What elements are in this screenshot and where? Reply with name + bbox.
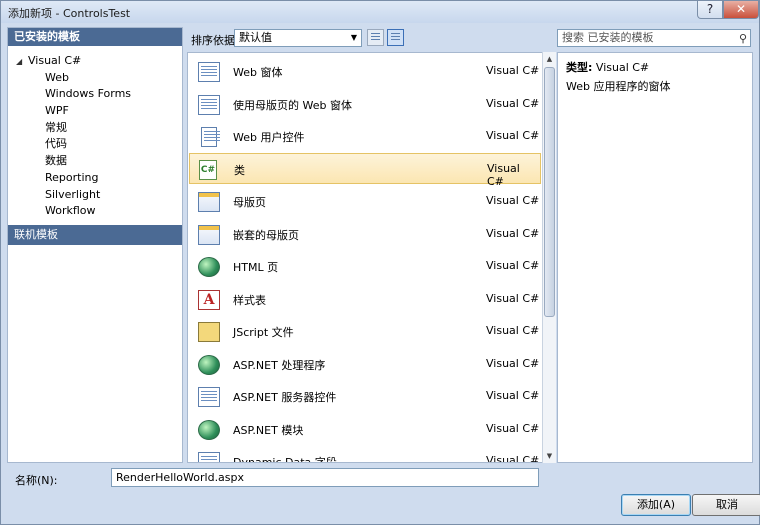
tree-item-code[interactable]: 代码 (8, 136, 182, 153)
sort-label: 排序依据: (191, 34, 239, 47)
item-language: Visual C# (486, 226, 540, 240)
list-item[interactable]: Web 窗体 Visual C# (189, 56, 541, 87)
item-name: ASP.NET 处理程序 (233, 358, 326, 372)
search-placeholder: 搜索 已安装的模板 (562, 31, 654, 44)
tree-item-general[interactable]: 常规 (8, 120, 182, 137)
item-language: Visual C# (486, 389, 540, 402)
chevron-down-icon[interactable]: ▼ (347, 30, 361, 46)
dynamic-data-icon (198, 452, 220, 462)
nested-master-page-icon (198, 224, 220, 245)
jscript-file-icon (198, 322, 220, 342)
html-page-icon (198, 257, 220, 277)
item-language: Visual C# (486, 259, 540, 272)
web-form-master-icon (198, 94, 220, 115)
item-name: ASP.NET 服务器控件 (233, 391, 337, 404)
sort-select-value: 默认值 (239, 31, 272, 44)
item-language: Visual C# (486, 291, 540, 305)
list-item[interactable]: 使用母版页的 Web 窗体 Visual C# (189, 89, 541, 120)
cancel-button[interactable]: 取消 (692, 494, 760, 516)
title-bar: 添加新项 - ControlsTest ? ✕ (1, 1, 759, 23)
item-name: 样式表 (233, 293, 266, 307)
tree-item-wpf[interactable]: WPF (8, 103, 182, 120)
type-value: Visual C# (595, 61, 650, 74)
item-name: Web 窗体 (233, 66, 283, 79)
list-scrollbar[interactable]: ▲ ▼ (542, 52, 556, 463)
name-label: 名称(N): (15, 474, 58, 487)
item-name: 使用母版页的 Web 窗体 (233, 98, 352, 112)
list-item[interactable]: Dynamic Data 字段 Visual C# (189, 446, 541, 463)
close-button[interactable]: ✕ (723, 1, 759, 19)
server-control-icon (198, 387, 220, 407)
item-name: ASP.NET 模块 (233, 423, 304, 437)
installed-templates-header[interactable]: 已安装的模板 (8, 28, 182, 46)
help-button[interactable]: ? (697, 1, 723, 19)
search-icon[interactable]: ⚲ (739, 31, 747, 47)
medium-icons-view-button[interactable] (367, 29, 384, 46)
item-language: Visual C# (486, 96, 540, 110)
web-form-icon (198, 62, 220, 82)
class-icon: C# (199, 160, 217, 180)
list-item[interactable]: 嵌套的母版页 Visual C# (189, 219, 541, 250)
item-language: Visual C# (486, 421, 540, 435)
template-description: Web 应用程序的窗体 (566, 80, 671, 93)
handler-icon (198, 354, 220, 375)
list-item[interactable]: 母版页 Visual C# (189, 186, 541, 217)
module-icon (198, 419, 220, 440)
item-name: Web 用户控件 (233, 131, 305, 144)
tree-item-silverlight[interactable]: Silverlight (8, 187, 182, 204)
tree-item-visual-csharp[interactable]: ◢ Visual C# (8, 53, 182, 70)
add-new-item-dialog: 添加新项 - ControlsTest ? ✕ 已安装的模板 ◢ Visual C… (0, 0, 760, 525)
item-name: HTML 页 (233, 261, 279, 274)
user-control-icon (201, 127, 220, 147)
list-item[interactable]: JScript 文件 Visual C# (189, 316, 541, 347)
name-field[interactable]: RenderHelloWorld.aspx (111, 468, 539, 487)
list-view-icon (391, 33, 400, 42)
item-name: Dynamic Data 字段 (233, 456, 337, 463)
tree-item-workflow[interactable]: Workflow (8, 203, 182, 220)
details-pane: 类型: Visual C# Web 应用程序的窗体 (557, 52, 753, 463)
scroll-down-icon[interactable]: ▼ (543, 449, 556, 463)
details-view-button[interactable] (387, 29, 404, 46)
list-item[interactable]: A 样式表 Visual C# (189, 284, 541, 315)
list-item[interactable]: HTML 页 Visual C# (189, 251, 541, 282)
stylesheet-icon: A (198, 289, 220, 310)
sort-select[interactable]: 默认值 ▼ (234, 29, 362, 47)
type-label: 类型: (566, 61, 593, 74)
item-name: 嵌套的母版页 (233, 228, 299, 242)
item-language: Visual C# (486, 454, 540, 463)
item-language: Visual C# (486, 356, 540, 370)
template-list: Web 窗体 Visual C# 使用母版页的 Web 窗体 Visual C#… (187, 52, 543, 463)
item-language: Visual C# (486, 324, 540, 337)
tree-item-reporting[interactable]: Reporting (8, 170, 182, 187)
item-language: Visual C# (486, 194, 540, 207)
item-name: 类 (234, 164, 245, 177)
tree-item-windows-forms[interactable]: Windows Forms (8, 86, 182, 103)
list-item-selected[interactable]: C# 类 Visual C# (189, 153, 541, 188)
template-tree-pane: 已安装的模板 ◢ Visual C# Web Windows Forms WPF … (7, 27, 183, 463)
tree-root-label: Visual C# (28, 54, 82, 67)
item-language: Visual C# (486, 129, 540, 142)
expand-arrow-icon[interactable]: ◢ (16, 54, 28, 71)
window-title: 添加新项 - ControlsTest (8, 7, 131, 20)
tree-item-web[interactable]: Web (8, 70, 182, 87)
item-language: Visual C# (486, 64, 540, 77)
item-language: Visual C# (487, 162, 520, 188)
tree-item-data[interactable]: 数据 (8, 153, 182, 170)
list-item[interactable]: ASP.NET 模块 Visual C# (189, 414, 541, 445)
scroll-up-icon[interactable]: ▲ (543, 52, 556, 66)
grid-view-icon (371, 33, 380, 42)
list-item[interactable]: ASP.NET 处理程序 Visual C# (189, 349, 541, 380)
master-page-icon (198, 192, 220, 212)
add-button[interactable]: 添加(A) (621, 494, 691, 516)
list-item[interactable]: ASP.NET 服务器控件 Visual C# (189, 381, 541, 412)
search-input[interactable]: 搜索 已安装的模板 ⚲ (557, 29, 751, 47)
type-line: 类型: Visual C# (566, 59, 649, 75)
online-templates-header[interactable]: 联机模板 (8, 225, 182, 245)
item-name: 母版页 (233, 196, 266, 209)
scrollbar-thumb[interactable] (544, 67, 555, 317)
list-item[interactable]: Web 用户控件 Visual C# (189, 121, 541, 152)
item-name: JScript 文件 (233, 326, 294, 339)
